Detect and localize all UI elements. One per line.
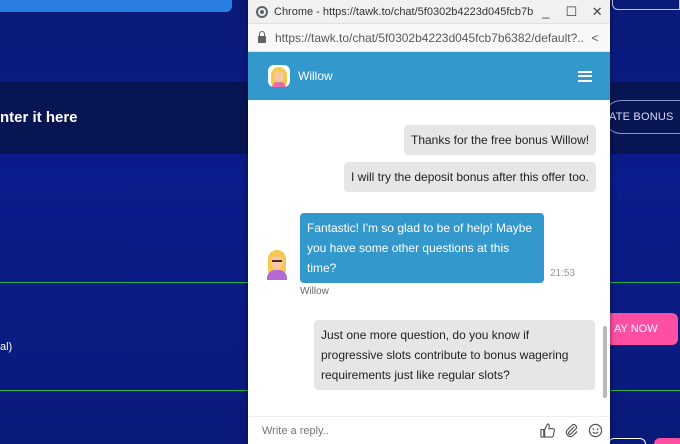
- window-title: Chrome - https://tawk.to/chat/5f0302b422…: [274, 5, 533, 18]
- agent-name: Willow: [298, 69, 333, 83]
- menu-icon[interactable]: [578, 70, 592, 82]
- emoji-icon[interactable]: [586, 422, 604, 440]
- window-titlebar[interactable]: Chrome - https://tawk.to/chat/5f0302b422…: [248, 0, 610, 24]
- url-text[interactable]: https://tawk.to/chat/5f0302b4223d045fcb7…: [275, 31, 585, 45]
- maximize-button[interactable]: ☐: [559, 4, 585, 20]
- visitor-message: Thanks for the free bonus Willow!: [404, 125, 597, 155]
- row-text: al): [0, 341, 13, 353]
- bottom-outline-button[interactable]: [608, 438, 646, 444]
- minimize-button[interactable]: _: [533, 4, 559, 19]
- visitor-message: I will try the deposit bonus after this …: [344, 162, 596, 192]
- top-right-outline-button[interactable]: [612, 0, 680, 10]
- thumbs-up-icon[interactable]: [538, 422, 556, 440]
- bottom-pink-button[interactable]: [654, 438, 680, 444]
- promo-band-text: nter it here: [0, 109, 78, 126]
- play-now-button[interactable]: AY NOW: [604, 313, 678, 345]
- share-icon[interactable]: <: [585, 31, 605, 45]
- activate-bonus-button[interactable]: ATE BONUS: [604, 100, 680, 134]
- top-blue-button[interactable]: [0, 0, 232, 12]
- agent-message: Fantastic! I'm so glad to be of help! Ma…: [300, 213, 544, 283]
- visitor-message: Just one more question, do you know if p…: [314, 320, 595, 390]
- agent-message-avatar: [266, 250, 290, 280]
- chat-header: Willow: [248, 52, 610, 100]
- compose-bar: [248, 416, 610, 444]
- message-list[interactable]: Thanks for the free bonus Willow! I will…: [248, 100, 610, 400]
- message-sender: Willow: [300, 286, 329, 297]
- message-timestamp: 21:53: [550, 268, 576, 279]
- paperclip-icon[interactable]: [562, 422, 580, 440]
- chat-popup-window: Chrome - https://tawk.to/chat/5f0302b422…: [248, 0, 610, 444]
- lock-icon: [258, 30, 266, 43]
- chrome-icon: [256, 5, 268, 18]
- scrollbar[interactable]: [603, 326, 607, 398]
- address-bar[interactable]: https://tawk.to/chat/5f0302b4223d045fcb7…: [248, 24, 610, 52]
- close-button[interactable]: ✕: [584, 4, 610, 20]
- reply-input[interactable]: [262, 424, 538, 437]
- agent-avatar: [268, 65, 290, 87]
